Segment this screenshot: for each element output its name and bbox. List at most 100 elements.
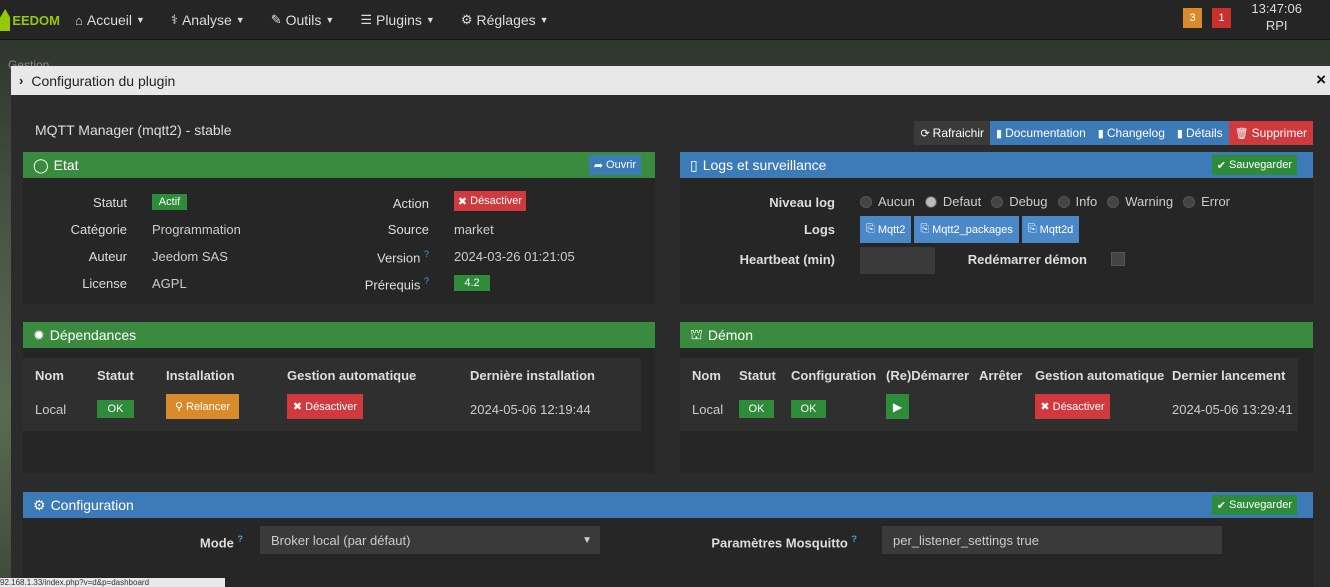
logs-label: Logs: [803, 222, 835, 237]
nav-label: Plugins: [375, 12, 422, 28]
nav-plugins[interactable]: ☰ Plugins ▼: [360, 12, 435, 28]
question-icon[interactable]: ?: [238, 534, 244, 544]
deactivate-button[interactable]: ✖ Désactiver: [454, 191, 526, 211]
source-label: Source: [387, 222, 429, 237]
wrench-icon: ✎: [270, 12, 282, 27]
details-button[interactable]: ▮ Détails: [1170, 121, 1229, 145]
top-navbar: EEDOM ⌂ Accueil ▼ ⚕ Analyse ▼ ✎ Outils ▼ ☰ Plug…: [0, 0, 1330, 40]
caret-down-icon: ▼: [235, 15, 245, 25]
save-logs-button[interactable]: ✔ Sauvegarder: [1211, 155, 1297, 175]
radio-dot-selected: [924, 195, 937, 208]
dependances-panel: ✹ Dépendances Nom Statut Installation Ge…: [23, 322, 655, 474]
nav-accueil[interactable]: ⌂ Accueil ▼: [75, 12, 145, 28]
plugin-config-modal: › Configuration du plugin × MQTT Manager…: [11, 66, 1330, 587]
book-icon: ▮: [996, 127, 1003, 140]
col-dernier: Dernier lancement: [1172, 368, 1286, 383]
start-daemon-button[interactable]: ▶: [886, 394, 909, 419]
demon-dernier: 2024-05-06 13:29:41: [1172, 402, 1293, 417]
mode-label-text: Mode: [199, 535, 234, 551]
panel-title: Logs et surveillance: [702, 157, 827, 173]
check-circle-icon: ✔: [1216, 499, 1226, 512]
refresh-button[interactable]: ⟳ Rafraichir: [914, 121, 991, 145]
mosquitto-label: Paramètres Mosquitto ?: [663, 534, 857, 550]
open-button[interactable]: ➦ Ouvrir: [588, 155, 641, 175]
log-mqtt2d-button[interactable]: ⎘ Mqtt2d: [1021, 216, 1080, 243]
radio-warning[interactable]: Warning: [1107, 194, 1173, 209]
radio-debug[interactable]: Debug: [991, 194, 1048, 209]
changelog-button[interactable]: ▮ Changelog: [1091, 121, 1171, 145]
paperclip-icon: ⎘: [866, 223, 875, 235]
nav-outils[interactable]: ✎ Outils ▼: [271, 12, 335, 28]
radio-info[interactable]: Info: [1057, 194, 1098, 209]
question-icon[interactable]: ?: [852, 534, 858, 544]
action-label: Action: [392, 196, 429, 211]
demon-statut-badge: OK: [739, 400, 774, 418]
paperclip-icon: ⎘: [1027, 223, 1037, 235]
button-label: Détails: [1185, 126, 1223, 140]
demon-deactivate-button[interactable]: ✖ Désactiver: [1035, 394, 1110, 419]
bicycle-icon: ⚲: [174, 401, 184, 413]
mosquitto-textarea[interactable]: per_listener_settings true: [882, 526, 1222, 554]
university-icon: ⛫: [690, 325, 703, 342]
button-label: Changelog: [1106, 126, 1165, 140]
refresh-icon: ⟳: [920, 127, 930, 140]
book-icon: ▮: [1176, 127, 1183, 140]
prerequis-label: Prérequis ?: [343, 276, 429, 292]
documentation-button[interactable]: ▮ Documentation: [990, 121, 1092, 145]
log-mqtt2-packages-button[interactable]: ⎘ Mqtt2_packages: [914, 216, 1019, 243]
dependances-header: ✹ Dépendances: [23, 322, 655, 348]
jeedom-logo[interactable]: EEDOM: [0, 6, 60, 34]
heartbeat-input[interactable]: [860, 247, 935, 274]
logs-panel: ▯ Logs et surveillance ✔ Sauvegarder Nive…: [680, 152, 1313, 304]
status-url: 92.168.1.33/index.php?v=d&p=dashboard: [0, 578, 225, 587]
panel-title: Dépendances: [49, 327, 137, 343]
gear-icon: ⚙: [460, 12, 473, 27]
heartbeat-label: Heartbeat (min): [739, 252, 835, 267]
button-label: Relancer: [186, 400, 231, 413]
nav-label: Outils: [285, 12, 322, 28]
question-icon[interactable]: ?: [424, 249, 429, 259]
col-gestion: Gestion automatique: [287, 368, 417, 383]
prerequis-label-text: Prérequis: [364, 277, 421, 293]
demon-nom: Local: [692, 402, 724, 417]
danger-badge[interactable]: 1: [1212, 8, 1231, 28]
nav-analyse[interactable]: ⚕ Analyse ▼: [171, 12, 245, 28]
dep-statut-badge: OK: [97, 400, 134, 418]
warning-badge[interactable]: 3: [1183, 8, 1202, 28]
x-icon: ✖: [457, 195, 468, 208]
radio-error[interactable]: Error: [1183, 194, 1230, 209]
niveau-log-label: Niveau log: [769, 195, 835, 210]
configuration-panel: ⚙ Configuration ✔ Sauvegarder Mode ? Brok…: [23, 492, 1313, 587]
plugin-toolbar: ⟳ Rafraichir ▮ Documentation ▮ Changelog ▮ D…: [914, 121, 1313, 145]
nav-reglages[interactable]: ⚙ Réglages ▼: [461, 12, 549, 28]
delete-button[interactable]: 🗑 Supprimer: [1228, 121, 1313, 145]
button-label: Sauvegarder: [1229, 159, 1292, 171]
question-icon[interactable]: ?: [424, 276, 429, 286]
categorie-value: Programmation: [152, 222, 241, 237]
dep-deactivate-button[interactable]: ✖ Désactiver: [287, 394, 363, 419]
source-value: market: [454, 222, 494, 237]
caret-down-icon: ▼: [325, 15, 335, 25]
mode-label: Mode ?: [153, 534, 243, 550]
radio-label: Error: [1201, 194, 1231, 209]
radio-aucun[interactable]: Aucun: [860, 194, 915, 209]
restart-daemon-label: Redémarrer démon: [967, 252, 1087, 267]
col-statut: Statut: [739, 368, 776, 383]
button-label: Documentation: [1005, 126, 1086, 140]
trash-icon: 🗑: [1234, 127, 1249, 140]
log-mqtt2-button[interactable]: ⎘ Mqtt2: [860, 216, 912, 243]
mode-select[interactable]: Broker local (par défaut) ▼: [260, 526, 600, 554]
share-icon: ➦: [593, 159, 604, 172]
book-icon: ▮: [1097, 127, 1104, 140]
etat-header: ◯ Etat ➦ Ouvrir: [23, 152, 655, 178]
restart-daemon-checkbox[interactable]: [1111, 252, 1125, 266]
mosquitto-label-text: Paramètres Mosquitto: [711, 535, 848, 551]
radio-defaut[interactable]: Defaut: [924, 194, 981, 209]
relancer-button[interactable]: ⚲ Relancer: [166, 394, 239, 419]
close-icon[interactable]: ×: [1316, 70, 1326, 90]
caret-down-icon: ▼: [539, 15, 549, 25]
modal-title: Configuration du plugin: [31, 72, 176, 89]
save-config-button[interactable]: ✔ Sauvegarder: [1211, 495, 1297, 515]
radio-label: Info: [1075, 194, 1098, 209]
chevron-right-icon: ›: [19, 73, 24, 88]
